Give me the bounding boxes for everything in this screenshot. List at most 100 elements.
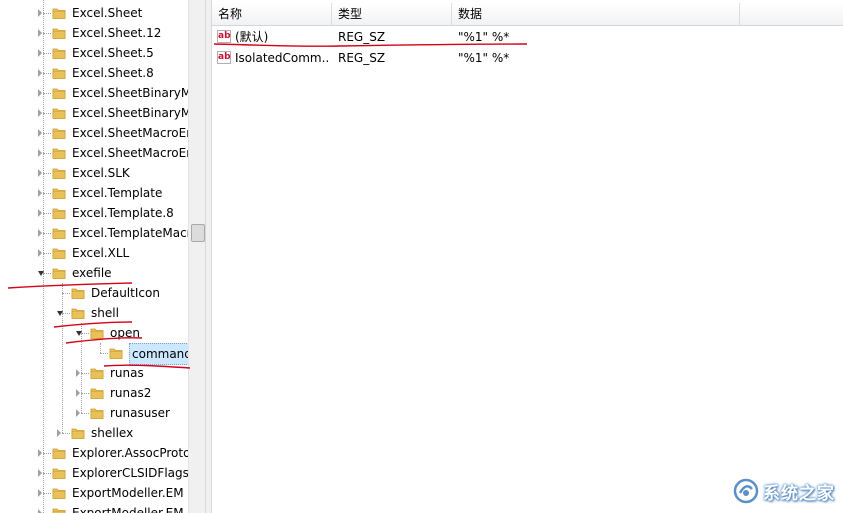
tree-guide-line — [43, 153, 51, 154]
tree-item-label: ExportModeller.EM — [72, 506, 184, 513]
tree-item[interactable]: shellex — [0, 423, 188, 443]
folder-icon — [52, 6, 66, 20]
tree-guide-line — [43, 93, 51, 94]
tree-item-label: Excel.XLL — [72, 246, 130, 260]
expand-arrow-icon[interactable] — [76, 409, 80, 417]
expand-arrow-icon[interactable] — [38, 69, 42, 77]
expand-arrow-icon[interactable] — [38, 489, 42, 497]
pane-splitter[interactable] — [205, 0, 212, 513]
tree-guide-line — [100, 343, 101, 353]
tree-item[interactable]: Excel.TemplateMacr — [0, 223, 188, 243]
expand-arrow-icon[interactable] — [57, 429, 61, 437]
tree-item[interactable]: shell — [0, 303, 188, 323]
tree-item-label: exefile — [72, 266, 112, 280]
tree-item[interactable]: exefile — [0, 263, 188, 283]
tree-item[interactable]: ExportModeller.EM — [0, 503, 188, 513]
tree-guide-line — [43, 173, 51, 174]
tree-item[interactable]: Excel.XLL — [0, 243, 188, 263]
tree-guide-line — [100, 353, 108, 354]
value-type: REG_SZ — [338, 51, 386, 65]
tree-item[interactable]: open — [0, 323, 188, 343]
registry-key-tree[interactable]: Excel.Sheet Excel.Sheet.12 Excel.Sheet.5 Ex… — [0, 0, 188, 513]
expand-arrow-icon[interactable] — [38, 9, 42, 17]
column-header-data[interactable]: 数据 — [452, 3, 740, 25]
tree-item[interactable]: Excel.SheetMacroEr — [0, 143, 188, 163]
tree-item[interactable]: Explorer.AssocProto — [0, 443, 188, 463]
value-row[interactable]: ab IsolatedComm... REG_SZ "%1" %* — [212, 48, 843, 68]
expand-arrow-icon[interactable] — [38, 169, 42, 177]
tree-guide-line — [43, 253, 51, 254]
watermark-text: 系统之家 — [763, 483, 835, 504]
expand-arrow-icon[interactable] — [38, 129, 42, 137]
tree-scrollbar-thumb[interactable] — [191, 224, 205, 242]
tree-item[interactable]: runasuser — [0, 403, 188, 423]
tree-item-label: runas — [110, 366, 144, 380]
tree-guide-line — [43, 13, 51, 14]
tree-item[interactable]: runas2 — [0, 383, 188, 403]
tree-item[interactable]: Excel.Sheet.8 — [0, 63, 188, 83]
column-header-name[interactable]: 名称 — [212, 3, 332, 25]
tree-item-label: shell — [91, 306, 119, 320]
tree-guide-line — [62, 433, 70, 434]
tree-item-label: Excel.Template — [72, 186, 163, 200]
expand-arrow-icon[interactable] — [38, 509, 42, 513]
expand-arrow-icon[interactable] — [76, 389, 80, 397]
collapse-arrow-icon[interactable] — [38, 271, 44, 276]
tree-item[interactable]: Excel.SheetMacroEr — [0, 123, 188, 143]
expand-arrow-icon[interactable] — [38, 49, 42, 57]
expand-arrow-icon[interactable] — [38, 29, 42, 37]
expand-arrow-icon[interactable] — [38, 189, 42, 197]
tree-item[interactable]: Excel.Sheet.12 — [0, 23, 188, 43]
tree-item[interactable]: command — [0, 343, 188, 365]
folder-icon — [52, 46, 66, 60]
folder-icon — [90, 386, 104, 400]
tree-item-label: Excel.Sheet — [72, 6, 143, 20]
folder-icon — [52, 186, 66, 200]
list-header: 名称 类型 数据 — [212, 3, 843, 26]
column-header-type[interactable]: 类型 — [332, 3, 452, 25]
folder-icon — [71, 426, 85, 440]
expand-arrow-icon[interactable] — [38, 89, 42, 97]
tree-item-label: Excel.TemplateMacr — [72, 226, 188, 240]
value-data: "%1" %* — [458, 30, 510, 44]
expand-arrow-icon[interactable] — [38, 149, 42, 157]
tree-item[interactable]: Excel.SheetBinaryMa — [0, 103, 188, 123]
registry-values-list[interactable]: 名称 类型 数据 ab (默认) REG_SZ "%1" %* ab Isola… — [212, 0, 843, 513]
tree-item-label: Excel.Sheet.8 — [72, 66, 154, 80]
tree-item[interactable]: Excel.Sheet — [0, 3, 188, 23]
tree-item-label: Explorer.AssocProto — [72, 446, 188, 460]
tree-guide-line — [81, 413, 89, 414]
folder-icon — [90, 406, 104, 420]
expand-arrow-icon[interactable] — [76, 369, 80, 377]
tree-item[interactable]: Excel.SheetBinaryMa — [0, 83, 188, 103]
expand-arrow-icon[interactable] — [38, 249, 42, 257]
tree-item-label: runasuser — [110, 406, 170, 420]
value-name: IsolatedComm... — [235, 51, 330, 65]
expand-arrow-icon[interactable] — [38, 209, 42, 217]
tree-vertical-scrollbar[interactable] — [188, 0, 206, 513]
tree-guide-line — [43, 53, 51, 54]
folder-icon — [52, 106, 66, 120]
tree-guide-line — [62, 283, 63, 433]
folder-icon — [52, 26, 66, 40]
tree-guide-line — [43, 453, 51, 454]
tree-item-label: ExportModeller.EM — [72, 486, 184, 500]
folder-icon — [71, 286, 85, 300]
expand-arrow-icon[interactable] — [38, 109, 42, 117]
tree-item[interactable]: ExplorerCLSIDFlags — [0, 463, 188, 483]
expand-arrow-icon[interactable] — [38, 449, 42, 457]
folder-icon — [52, 246, 66, 260]
folder-icon — [52, 226, 66, 240]
tree-item-label: Excel.SLK — [72, 166, 130, 180]
expand-arrow-icon[interactable] — [38, 229, 42, 237]
tree-item[interactable]: runas — [0, 363, 188, 383]
tree-item[interactable]: Excel.Sheet.5 — [0, 43, 188, 63]
tree-item[interactable]: Excel.SLK — [0, 163, 188, 183]
tree-item[interactable]: Excel.Template.8 — [0, 203, 188, 223]
tree-guide-line — [43, 193, 51, 194]
expand-arrow-icon[interactable] — [38, 469, 42, 477]
tree-item[interactable]: DefaultIcon — [0, 283, 188, 303]
tree-item[interactable]: ExportModeller.EM — [0, 483, 188, 503]
tree-item[interactable]: Excel.Template — [0, 183, 188, 203]
value-row[interactable]: ab (默认) REG_SZ "%1" %* — [212, 27, 843, 47]
